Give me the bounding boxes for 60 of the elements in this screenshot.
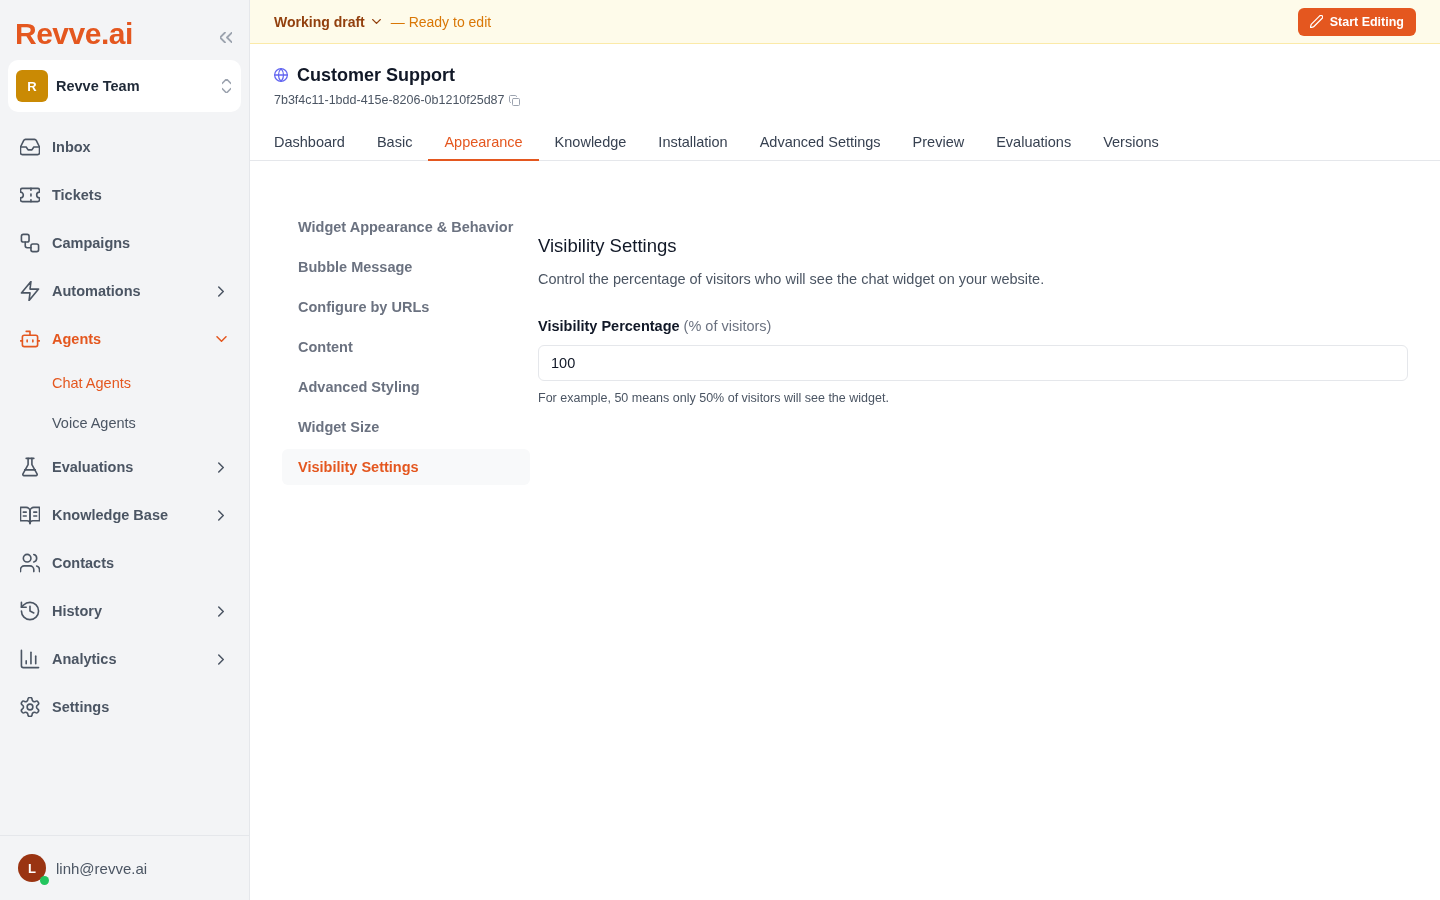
open-book-icon bbox=[20, 505, 40, 525]
sidebar-nav-item[interactable]: Settings bbox=[8, 687, 241, 727]
settings-icon bbox=[20, 697, 40, 717]
inbox-icon bbox=[20, 137, 40, 157]
collapse-sidebar-icon[interactable] bbox=[220, 31, 232, 43]
workspace-avatar: R bbox=[16, 70, 48, 102]
field-label: Visibility Percentage (% of visitors) bbox=[538, 317, 773, 336]
sidebar-nav-item[interactable]: Contacts bbox=[8, 543, 241, 583]
copy-icon[interactable] bbox=[508, 94, 520, 106]
sidebar-sub-item[interactable]: Voice Agents bbox=[8, 407, 241, 439]
lightning-icon bbox=[20, 281, 40, 301]
tab[interactable]: Versions bbox=[1087, 125, 1175, 161]
panel-title: Visibility Settings bbox=[538, 234, 678, 258]
users-icon bbox=[20, 553, 40, 573]
workspace-switcher[interactable]: R Revve Team bbox=[8, 60, 241, 112]
ticket-icon bbox=[20, 185, 40, 205]
user-avatar[interactable]: L bbox=[18, 854, 46, 882]
agent-name: Customer Support bbox=[297, 64, 455, 87]
sidebar-nav-item[interactable]: Knowledge Base bbox=[8, 495, 241, 535]
tab[interactable]: Installation bbox=[642, 125, 744, 161]
field-help-text: For example, 50 means only 50% of visitors will see the widget. bbox=[538, 390, 890, 406]
draft-status: — Ready to edit bbox=[390, 13, 492, 30]
section-nav-item[interactable]: Content bbox=[282, 329, 530, 365]
tab[interactable]: Dashboard bbox=[258, 125, 361, 161]
flask-icon bbox=[20, 457, 40, 477]
tab[interactable]: Basic bbox=[360, 125, 429, 161]
sidebar-nav-item[interactable]: Automations bbox=[8, 271, 241, 311]
bar-chart-icon bbox=[20, 649, 40, 669]
tab[interactable]: Knowledge bbox=[538, 125, 643, 161]
sidebar-nav-item[interactable]: Inbox bbox=[8, 127, 241, 167]
tab[interactable]: Preview bbox=[896, 125, 981, 161]
sidebar-nav-item[interactable]: History bbox=[8, 591, 241, 631]
chevron-down-icon bbox=[371, 19, 381, 24]
start-editing-button[interactable]: Start Editing bbox=[1297, 7, 1416, 36]
section-nav-item[interactable]: Configure by URLs bbox=[282, 289, 530, 325]
sidebar-nav-item[interactable]: Analytics bbox=[8, 639, 241, 679]
globe-icon bbox=[274, 68, 288, 82]
section-nav-item[interactable]: Visibility Settings bbox=[282, 449, 530, 485]
section-nav-item[interactable]: Widget Appearance & Behavior bbox=[282, 209, 530, 245]
section-nav-item[interactable]: Bubble Message bbox=[282, 249, 530, 285]
section-nav-item[interactable]: Advanced Styling bbox=[282, 369, 530, 405]
robot-icon bbox=[20, 329, 40, 349]
tab[interactable]: Advanced Settings bbox=[743, 125, 897, 161]
tab[interactable]: Appearance bbox=[428, 125, 539, 161]
pencil-icon bbox=[1309, 15, 1323, 28]
draft-version-dropdown[interactable]: Working draft bbox=[274, 13, 381, 30]
user-email: linh@revve.ai bbox=[56, 859, 148, 877]
chevron-up-down-icon bbox=[222, 79, 231, 93]
linked-squares-icon bbox=[20, 233, 40, 253]
panel-description: Control the percentage of visitors who will see the chat widget on your website. bbox=[538, 270, 1046, 289]
history-icon bbox=[20, 601, 40, 621]
logo: Revve.ai bbox=[15, 18, 133, 50]
agent-id: 7b3f4c11-1bdd-415e-8206-0b1210f25d87 bbox=[274, 92, 505, 108]
sidebar-sub-item[interactable]: Chat Agents bbox=[8, 367, 241, 399]
visibility-percentage-input[interactable]: 100 bbox=[538, 345, 1408, 381]
sidebar-nav-item[interactable]: Campaigns bbox=[8, 223, 241, 263]
sidebar-nav-item[interactable]: Evaluations bbox=[8, 447, 241, 487]
section-nav-item[interactable]: Widget Size bbox=[282, 409, 530, 445]
tab[interactable]: Evaluations bbox=[980, 125, 1088, 161]
sidebar-nav-item[interactable]: Tickets bbox=[8, 175, 241, 215]
